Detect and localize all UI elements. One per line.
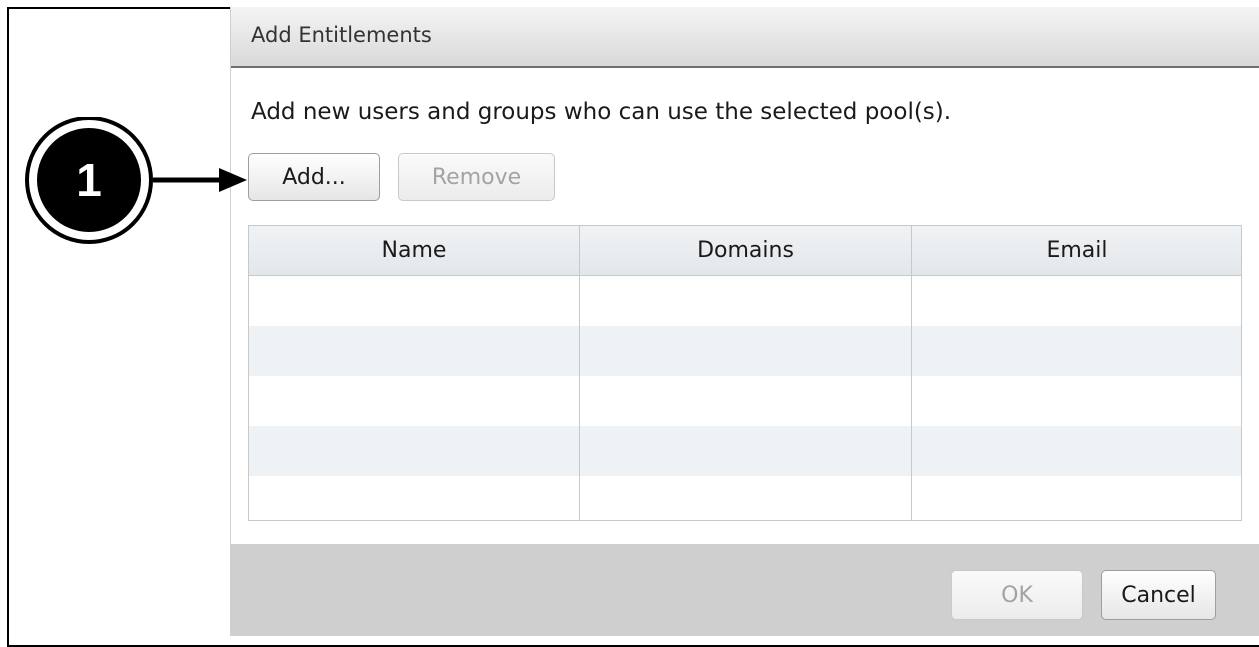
- entitlements-table: Name Domains Email: [248, 225, 1242, 521]
- add-button[interactable]: Add...: [248, 153, 380, 201]
- dialog-footer: OK Cancel: [231, 544, 1259, 636]
- column-header-domains[interactable]: Domains: [580, 226, 911, 275]
- table-row: [249, 476, 1241, 520]
- table-row: [249, 426, 1241, 476]
- dialog-titlebar: Add Entitlements: [231, 7, 1259, 68]
- callout-number: 1: [76, 154, 102, 206]
- column-header-email[interactable]: Email: [912, 226, 1242, 275]
- column-divider: [911, 226, 912, 520]
- column-divider: [579, 226, 580, 520]
- table-row: [249, 326, 1241, 376]
- table-header: Name Domains Email: [249, 226, 1241, 276]
- cancel-button[interactable]: Cancel: [1101, 570, 1216, 620]
- table-row: [249, 376, 1241, 426]
- remove-button[interactable]: Remove: [398, 153, 555, 201]
- dialog-title: Add Entitlements: [251, 23, 432, 47]
- column-header-name[interactable]: Name: [249, 226, 579, 275]
- ok-button[interactable]: OK: [951, 570, 1083, 620]
- arrow-right-icon: [219, 168, 247, 192]
- add-entitlements-dialog: Add Entitlements Add new users and group…: [230, 7, 1259, 636]
- dialog-description: Add new users and groups who can use the…: [251, 99, 952, 125]
- callout-annotation: 1: [25, 117, 247, 244]
- table-row: [249, 276, 1241, 326]
